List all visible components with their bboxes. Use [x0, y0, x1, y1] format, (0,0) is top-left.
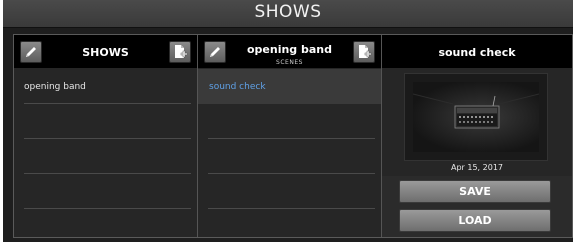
scene-action-area: SAVE LOAD: [382, 176, 572, 237]
new-show-button[interactable]: [169, 41, 191, 63]
scenes-header: opening band SCENES: [198, 35, 381, 68]
save-button[interactable]: SAVE: [399, 180, 551, 203]
scene-date: Apr 15, 2017: [450, 163, 503, 172]
new-document-icon: [359, 45, 372, 58]
scene-list-item[interactable]: [208, 139, 375, 174]
scenes-column: opening band SCENES sound check: [198, 35, 382, 237]
mixer-device-image: [412, 93, 540, 129]
scene-thumbnail: [404, 73, 548, 161]
thumbnail-image: [412, 82, 540, 152]
shows-header: SHOWS: [14, 35, 197, 68]
scene-detail-header: sound check: [382, 35, 572, 68]
new-scene-button[interactable]: [353, 41, 375, 63]
show-list-item[interactable]: [24, 139, 191, 174]
scene-list-item-label: sound check: [209, 82, 266, 92]
shows-window: SHOWS SHOWS opening band opening band SC…: [3, 0, 573, 242]
scene-list-item[interactable]: [208, 174, 375, 209]
window-title: SHOWS: [254, 2, 322, 22]
title-bar: SHOWS: [3, 0, 573, 28]
scene-list-item[interactable]: sound check: [198, 69, 381, 104]
shows-panel: SHOWS opening band opening band SCENES s…: [13, 34, 573, 238]
scene-detail-title: sound check: [438, 46, 516, 59]
show-list-item-label: opening band: [24, 82, 86, 92]
load-button[interactable]: LOAD: [399, 209, 551, 232]
scene-list-item[interactable]: [208, 104, 375, 139]
show-list-item[interactable]: [24, 174, 191, 209]
new-document-icon: [175, 45, 188, 58]
shows-column: SHOWS opening band: [14, 35, 198, 237]
show-list-item[interactable]: opening band: [24, 69, 191, 104]
scene-detail-column: sound check Apr 15, 2017 SAVE LOAD: [382, 35, 572, 237]
show-list-item[interactable]: [24, 104, 191, 139]
